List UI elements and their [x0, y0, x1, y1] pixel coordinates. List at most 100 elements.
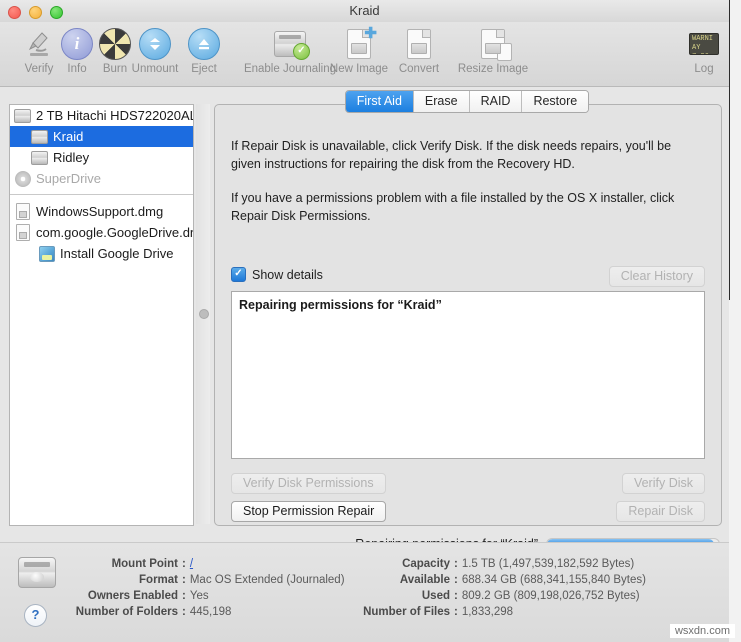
sidebar-item-label: com.google.GoogleDrive.dn: [36, 225, 193, 240]
doc-corner: [496, 30, 504, 38]
info-column-right: Capacity : 1.5 TB (1,497,539,182,592 Byt…: [352, 556, 646, 620]
sidebar-item-label: Kraid: [53, 129, 84, 144]
disk-image-icon: [14, 203, 31, 220]
info-separator: :: [182, 558, 186, 570]
log-screen-line-2: AY 7:36: [692, 44, 709, 54]
app-icon: [38, 245, 55, 262]
clear-history-button[interactable]: Clear History: [608, 266, 705, 287]
info-row: Owners Enabled : Yes: [60, 588, 345, 604]
background-window-strip: [729, 0, 741, 642]
details-row: ✓ Show details Clear History: [231, 266, 705, 287]
tab-erase[interactable]: Erase: [413, 91, 470, 112]
toolbar-label: Log: [694, 63, 714, 75]
sidebar-item-superdrive[interactable]: SuperDrive: [10, 168, 193, 189]
info-separator: :: [182, 590, 186, 602]
sidebar-item-hitachi-disk[interactable]: 2 TB Hitachi HDS722020AL: [10, 105, 193, 126]
log-icon: WARNI AY 7:36: [689, 33, 719, 55]
show-details-label: Show details: [252, 267, 323, 282]
info-value: 688.34 GB (688,341,155,840 Bytes): [461, 574, 646, 586]
help-button[interactable]: ?: [24, 604, 47, 627]
hard-drive-icon: [31, 129, 48, 144]
sidebar-item-ridley[interactable]: Ridley: [10, 147, 193, 168]
split-pane-handle-dot[interactable]: [199, 309, 209, 319]
log-entry: Repairing permissions for “Kraid”: [239, 298, 442, 312]
hard-drive-icon: [18, 557, 56, 588]
info-row: Format : Mac OS Extended (Journaled): [60, 572, 345, 588]
first-aid-panel: If Repair Disk is unavailable, click Ver…: [214, 104, 722, 526]
info-column-left: Mount Point : / Format : Mac OS Extended…: [60, 556, 345, 620]
plus-icon: ✚: [364, 25, 377, 42]
toolbar: Verify i Info Burn Unmount Eject ✓ Enabl…: [0, 22, 729, 87]
info-value: Mac OS Extended (Journaled): [189, 574, 345, 586]
tab-raid[interactable]: RAID: [469, 91, 523, 112]
info-row: Available : 688.34 GB (688,341,155,840 B…: [352, 572, 646, 588]
disk-utility-window: Kraid Verify i Info Burn Unmount Eject ✓…: [0, 0, 741, 642]
sidebar-item-windowssupport-dmg[interactable]: WindowsSupport.dmg: [10, 201, 193, 222]
info-separator: :: [454, 606, 458, 618]
log-output-area[interactable]: Repairing permissions for “Kraid”: [231, 291, 705, 459]
toolbar-item-log[interactable]: WARNI AY 7:36 Log: [680, 26, 728, 75]
sidebar-item-label: WindowsSupport.dmg: [36, 204, 164, 219]
verify-disk-button[interactable]: Verify Disk: [621, 473, 705, 494]
sidebar-item-label: Install Google Drive: [60, 246, 174, 261]
checkmark-icon: ✓: [231, 267, 246, 282]
doc-small: [497, 43, 512, 61]
info-row: Mount Point : /: [60, 556, 345, 572]
check-badge-icon: ✓: [293, 43, 310, 60]
info-value: 1,833,298: [461, 606, 514, 618]
info-value: 809.2 GB (809,198,026,752 Bytes): [461, 590, 640, 602]
info-value: Yes: [189, 590, 209, 602]
background-window-edge: [729, 0, 730, 300]
info-footer: Mount Point : / Format : Mac OS Extended…: [0, 542, 729, 642]
info-key: Number of Folders: [75, 606, 178, 618]
info-value: 445,198: [189, 606, 232, 618]
info-key: Available: [399, 574, 450, 586]
new-image-icon: ✚: [347, 26, 377, 59]
sidebar-item-label: SuperDrive: [36, 171, 102, 186]
tab-bar: First Aid Erase RAID Restore: [214, 90, 720, 113]
stop-permission-repair-button[interactable]: Stop Permission Repair: [231, 501, 387, 522]
info-value: 1.5 TB (1,497,539,182,592 Bytes): [461, 558, 635, 570]
info-separator: :: [454, 574, 458, 586]
toolbar-label: Eject: [191, 63, 217, 75]
info-key: Format: [139, 574, 178, 586]
eject-icon: [188, 28, 220, 60]
info-separator: :: [182, 574, 186, 586]
disk-image-icon: [14, 224, 31, 241]
convert-icon: [407, 26, 437, 59]
window-title: Kraid: [349, 3, 380, 18]
toolbar-item-resize-image[interactable]: Resize Image: [445, 26, 541, 75]
sidebar-item-kraid[interactable]: Kraid: [10, 126, 193, 147]
log-screen-line-1: WARNI: [692, 35, 714, 43]
tab-restore[interactable]: Restore: [522, 91, 589, 112]
sidebar-item-install-google-drive[interactable]: Install Google Drive: [10, 243, 193, 264]
background-ghost-text: [731, 300, 740, 309]
repair-disk-button[interactable]: Repair Disk: [616, 501, 705, 522]
content-area: 2 TB Hitachi HDS722020AL Kraid Ridley Su…: [0, 87, 729, 542]
instruction-paragraph-2: If you have a permissions problem with a…: [231, 191, 675, 223]
info-key: Capacity: [402, 558, 450, 570]
sidebar-item-label: 2 TB Hitachi HDS722020AL: [36, 108, 193, 123]
watermark: wsxdn.com: [669, 624, 735, 638]
info-separator: :: [454, 590, 458, 602]
instructions-text: If Repair Disk is unavailable, click Ver…: [231, 137, 703, 241]
journaling-drive-icon: ✓: [274, 31, 310, 60]
mount-point-link[interactable]: /: [190, 556, 193, 572]
tab-first-aid[interactable]: First Aid: [345, 91, 414, 112]
verify-disk-permissions-button[interactable]: Verify Disk Permissions: [231, 473, 386, 494]
device-sidebar[interactable]: 2 TB Hitachi HDS722020AL Kraid Ridley Su…: [9, 104, 194, 526]
info-row: Number of Folders : 445,198: [60, 604, 345, 620]
info-key: Used: [421, 590, 450, 602]
optical-disc-icon: [14, 170, 31, 187]
info-key: Owners Enabled: [87, 590, 178, 602]
doc-corner: [422, 30, 430, 38]
hard-drive-icon: [14, 108, 31, 123]
info-row: Used : 809.2 GB (809,198,026,752 Bytes): [352, 588, 646, 604]
info-row: Number of Files : 1,833,298: [352, 604, 646, 620]
sidebar-divider: [10, 194, 193, 195]
info-row: Capacity : 1.5 TB (1,497,539,182,592 Byt…: [352, 556, 646, 572]
info-key: Number of Files: [363, 606, 450, 618]
toolbar-item-eject[interactable]: Eject: [165, 26, 243, 75]
hard-drive-icon: [31, 150, 48, 165]
sidebar-item-googledrive-dmg[interactable]: com.google.GoogleDrive.dn: [10, 222, 193, 243]
